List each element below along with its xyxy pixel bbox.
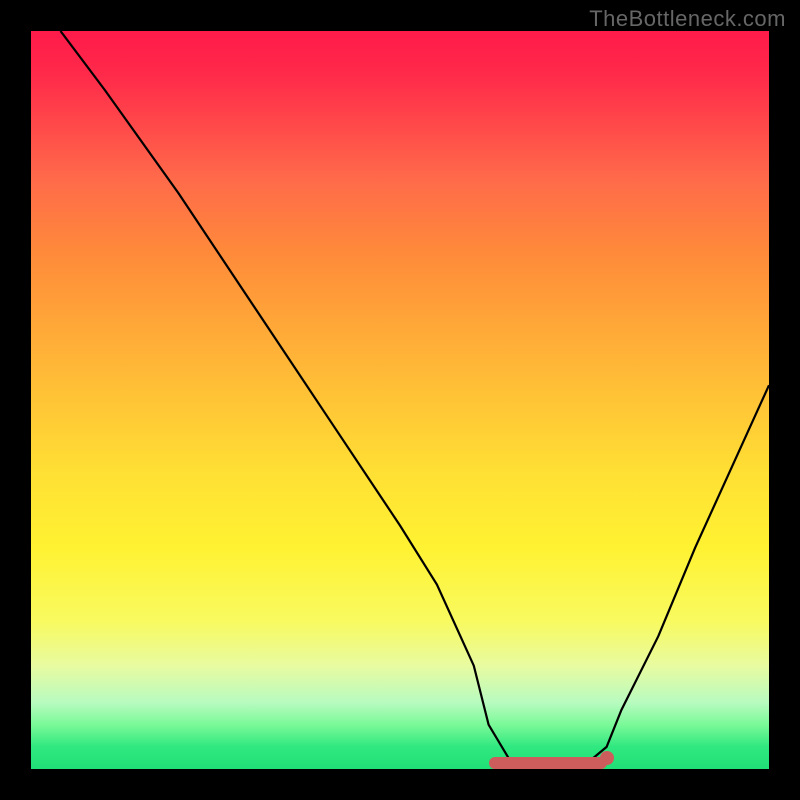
watermark-text: TheBottleneck.com	[589, 6, 786, 32]
optimal-point-dot	[600, 751, 614, 765]
chart-plot-area	[31, 31, 769, 769]
optimal-range-bar	[489, 757, 607, 769]
bottleneck-curve	[31, 31, 769, 769]
